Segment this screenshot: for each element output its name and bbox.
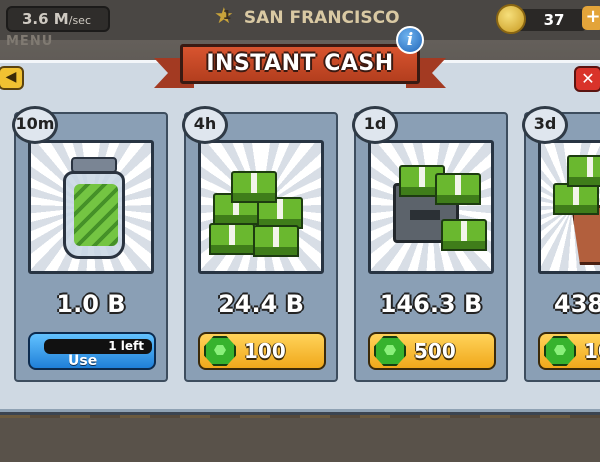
cash-card: 3d 438 10 xyxy=(522,106,600,382)
gem-icon xyxy=(204,336,236,366)
modal-title: INSTANT CASH xyxy=(180,44,420,84)
cash-card: 1d 146.3 B 500 xyxy=(352,106,508,382)
gold-count: 37 xyxy=(516,9,586,31)
buy-button[interactable]: 10 xyxy=(538,332,600,370)
money-jar-icon xyxy=(63,157,125,261)
location-name: SAN FRANCISCO xyxy=(243,8,400,28)
gem-price: 10 xyxy=(584,339,600,363)
floor-strip xyxy=(0,410,600,462)
close-button[interactable]: ✕ xyxy=(574,66,600,92)
add-gold-button[interactable]: + xyxy=(582,6,600,30)
gem-icon xyxy=(374,336,406,366)
duration-badge: 4h xyxy=(182,106,228,144)
location-level: 1 xyxy=(222,8,232,22)
use-button[interactable]: 1 left Use xyxy=(28,332,156,370)
buy-button[interactable]: 100 xyxy=(198,332,326,370)
location-title: ★ 1 SAN FRANCISCO xyxy=(214,6,400,30)
cash-amount: 146.3 B xyxy=(379,290,483,318)
duration-badge: 10m xyxy=(12,106,58,144)
gold-coin-icon xyxy=(496,4,526,34)
buy-button[interactable]: 500 xyxy=(368,332,496,370)
income-value: 3.6 M xyxy=(22,10,69,28)
gem-price: 100 xyxy=(244,339,286,363)
cash-amount: 1.0 B xyxy=(56,290,126,318)
cash-amount: 438 xyxy=(554,290,600,318)
duration-badge: 1d xyxy=(352,106,398,144)
back-button[interactable]: ◀ xyxy=(0,66,24,90)
cash-card: 4h 24.4 B 100 xyxy=(182,106,338,382)
card-image xyxy=(538,140,600,274)
card-image xyxy=(28,140,154,274)
card-image xyxy=(198,140,324,274)
use-label: Use xyxy=(68,353,98,369)
cash-amount: 24.4 B xyxy=(218,290,304,318)
income-rate: 3.6 M/sec xyxy=(6,6,110,32)
income-unit: /sec xyxy=(68,14,91,27)
info-button[interactable]: i xyxy=(396,26,424,54)
cash-card: 10m 1.0 B 1 left Use xyxy=(12,106,168,382)
card-image xyxy=(368,140,494,274)
gem-icon xyxy=(544,336,576,366)
menu-button[interactable]: MENU xyxy=(6,34,53,49)
gem-price: 500 xyxy=(414,339,456,363)
gold-counter: 37 xyxy=(496,4,596,34)
remaining-count: 1 left xyxy=(44,339,152,354)
duration-badge: 3d xyxy=(522,106,568,144)
